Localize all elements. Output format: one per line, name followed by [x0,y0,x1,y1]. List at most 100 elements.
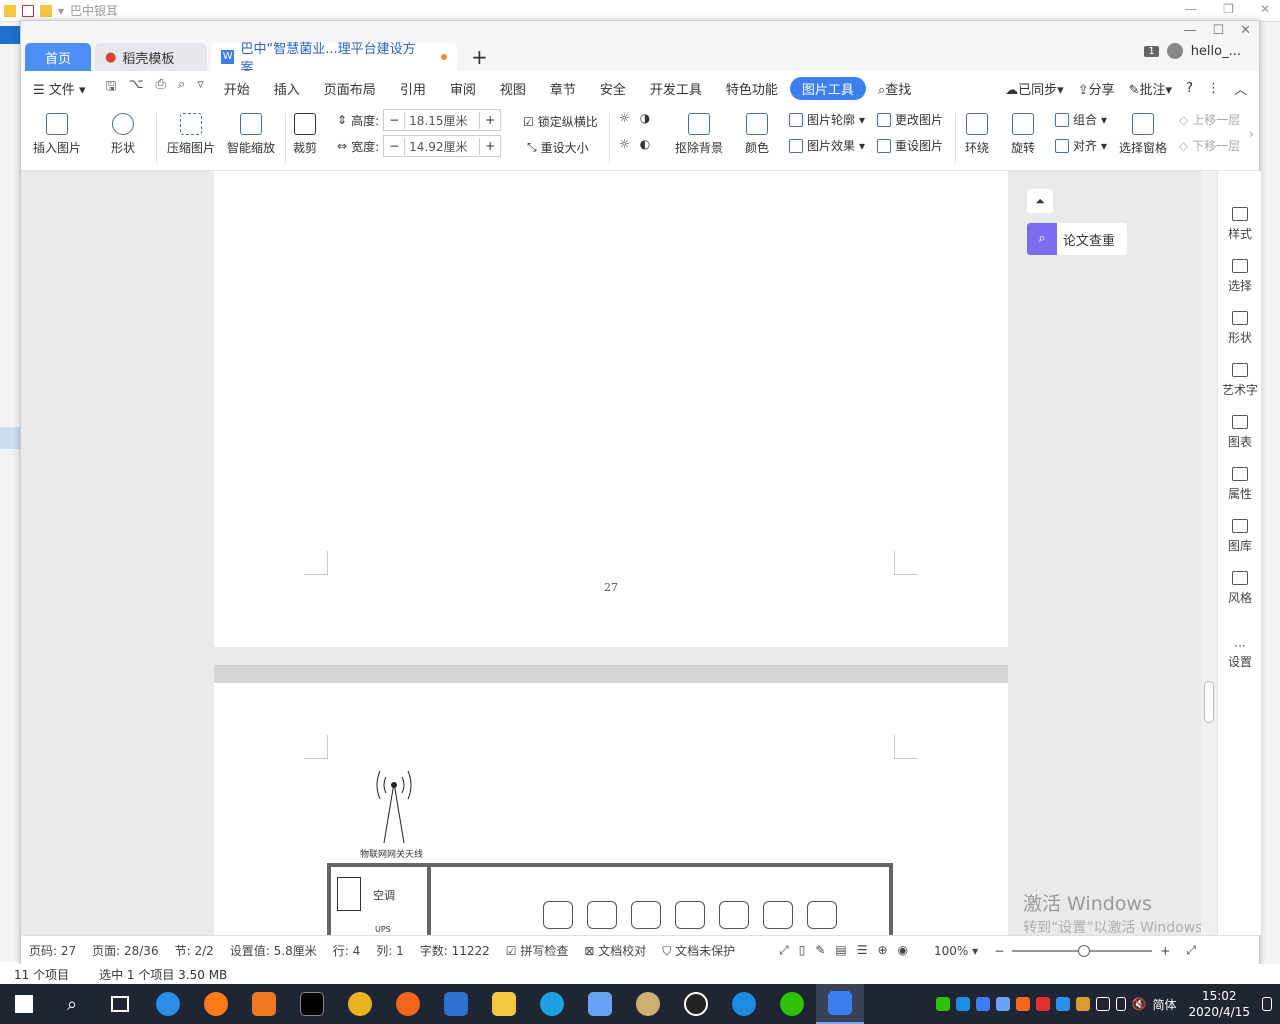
menu-security[interactable]: 安全 [588,79,638,98]
tool-properties[interactable]: 属性 [1218,467,1262,502]
document-area[interactable]: 27 物联网网关天线 空调 UPS [21,171,1021,935]
status-word-count[interactable]: 字数: 11222 [412,942,498,959]
print-icon[interactable]: ⎙ [156,77,166,99]
width-decrease[interactable]: − [384,139,404,153]
zoom-out-icon[interactable]: − [986,944,1012,958]
height-stepper[interactable]: −18.15厘米 + [383,109,502,131]
tab-template[interactable]: ● 稻壳模板 [95,43,207,71]
thesis-check-button[interactable]: ⌕ 论文查重 [1027,223,1127,255]
view-mode-icons[interactable]: ⤢▯✎▤☰⊕◉ [771,943,926,958]
notification-icon[interactable] [1262,997,1272,1011]
taskbar-window-app[interactable] [432,984,480,1024]
wrap-button[interactable]: 环绕 [965,113,989,156]
menu-layout[interactable]: 页面布局 [312,79,388,98]
tray-red-icon[interactable] [1035,997,1050,1011]
properties-icon[interactable] [22,4,34,17]
taskbar-wechat[interactable] [768,984,816,1024]
tool-settings[interactable]: ··· 设置 [1218,639,1262,670]
height-decrease[interactable]: − [384,113,404,127]
crop-button[interactable]: 裁剪 [293,113,317,156]
floor-plan[interactable]: 空调 UPS [327,863,893,935]
picture-effect-button[interactable]: 图片效果 ▾ [789,137,865,154]
tool-theme[interactable]: 风格 [1218,571,1262,606]
zoom-slider[interactable] [1012,944,1153,957]
menu-insert[interactable]: 插入 [262,79,312,98]
more-icon[interactable]: ⋮ [1207,81,1220,96]
menu-view[interactable]: 视图 [488,79,538,98]
search-taskbar-button[interactable]: ⌕ [48,984,96,1024]
comment-button[interactable]: ✎批注▾ [1129,79,1172,98]
group-button[interactable]: 组合 ▾ [1055,111,1107,128]
taskbar-firefox[interactable] [192,984,240,1024]
scrollbar-thumb[interactable] [1204,681,1214,723]
page-28[interactable]: 物联网网关天线 空调 UPS [214,665,1008,935]
compress-picture-button[interactable]: 压缩图片 [167,113,215,156]
menu-reference[interactable]: 引用 [388,79,438,98]
lock-ratio-checkbox[interactable]: ☑ 锁定纵横比 [523,113,598,130]
spell-check-button[interactable]: ☑ 拼写检查 [498,942,577,959]
taskbar-file-explorer[interactable] [480,984,528,1024]
width-stepper[interactable]: −14.92厘米 + [383,135,502,157]
picture-outline-button[interactable]: 图片轮廓 ▾ [789,111,865,128]
menu-picture-tools[interactable]: 图片工具 [789,76,866,100]
new-tab-button[interactable]: + [471,43,488,71]
align-button[interactable]: 对齐 ▾ [1055,137,1107,154]
volume-muted-icon[interactable]: 🔇 [1132,997,1147,1011]
account-name[interactable]: hello_... [1191,44,1241,59]
task-view-button[interactable] [96,984,144,1024]
clock[interactable]: 15:02 2020/4/15 [1182,988,1256,1020]
selection-pane-button[interactable]: 选择窗格 [1119,113,1167,156]
status-page-code[interactable]: 页码: 27 [21,942,84,959]
contrast-down-icon[interactable]: ◐ [640,137,650,151]
contrast-up-icon[interactable]: ◑ [640,111,650,125]
height-value[interactable]: 18.15厘米 [404,111,481,129]
tool-wordart[interactable]: 艺术字 [1218,363,1262,398]
taskbar-paint-app[interactable] [624,984,672,1024]
print-preview-icon[interactable]: ⌕ [178,77,185,99]
avatar[interactable] [1166,43,1183,59]
tool-shape[interactable]: 形状 [1218,311,1262,346]
menu-chapter[interactable]: 章节 [538,79,588,98]
menu-start[interactable]: 开始 [212,79,262,98]
save-icon[interactable]: 🖫 [105,77,116,99]
zoom-slider-thumb[interactable] [1078,944,1091,957]
search-button[interactable]: ⌕查找 [866,79,923,98]
taskbar-terminal[interactable] [288,984,336,1024]
width-increase[interactable]: + [480,139,500,153]
start-button[interactable] [0,984,48,1024]
insert-picture-button[interactable]: 插入图片 [33,113,81,156]
file-menu[interactable]: ☰ 文件 ▾ [21,79,97,98]
taskbar-search-app[interactable] [528,984,576,1024]
taskbar-wps[interactable] [816,984,864,1024]
taskbar-qq[interactable] [672,984,720,1024]
tray-box-icon[interactable] [975,997,990,1011]
tray-wechat-icon[interactable] [935,997,950,1011]
panel-collapse-button[interactable]: ⏶ [1027,189,1053,213]
status-page[interactable]: 页面: 28/36 [84,942,166,959]
taskbar-cube-app[interactable] [576,984,624,1024]
collapse-ribbon-icon[interactable]: ︿ [1234,79,1247,98]
proofread-button[interactable]: ⊠ 文档校对 [576,942,654,959]
tool-select[interactable]: 选择 [1218,259,1262,294]
page-27[interactable]: 27 [214,171,1008,647]
sync-button[interactable]: ☁已同步▾ [1005,79,1064,98]
tray-sync-icon[interactable] [955,997,970,1011]
remove-background-button[interactable]: 抠除背景 [675,113,723,156]
wps-close-icon[interactable]: ✕ [1240,23,1251,38]
bring-forward-button[interactable]: ◇ 上移一层 [1179,111,1240,128]
new-folder-icon[interactable] [40,4,52,17]
height-increase[interactable]: + [480,113,500,127]
window-count-badge[interactable]: 1 [1144,45,1159,57]
ime-indicator[interactable]: 简体 [1152,996,1176,1013]
zoom-in-icon[interactable]: + [1152,944,1178,958]
tool-chart[interactable]: 图表 [1218,415,1262,450]
format-painter-icon[interactable]: ⌥ [129,77,144,99]
width-value[interactable]: 14.92厘米 [404,137,481,155]
tray-cloud-icon[interactable] [995,997,1010,1011]
wps-maximize-icon[interactable]: ☐ [1212,23,1224,38]
fit-window-icon[interactable]: ⤢ [1178,943,1204,958]
dropdown-icon[interactable]: ▾ [58,4,64,18]
taskbar-edge[interactable] [144,984,192,1024]
send-backward-button[interactable]: ◇ 下移一层 [1179,137,1240,154]
tab-document[interactable]: W 巴中“智慧菌业...理平台建设方案 [211,42,457,76]
